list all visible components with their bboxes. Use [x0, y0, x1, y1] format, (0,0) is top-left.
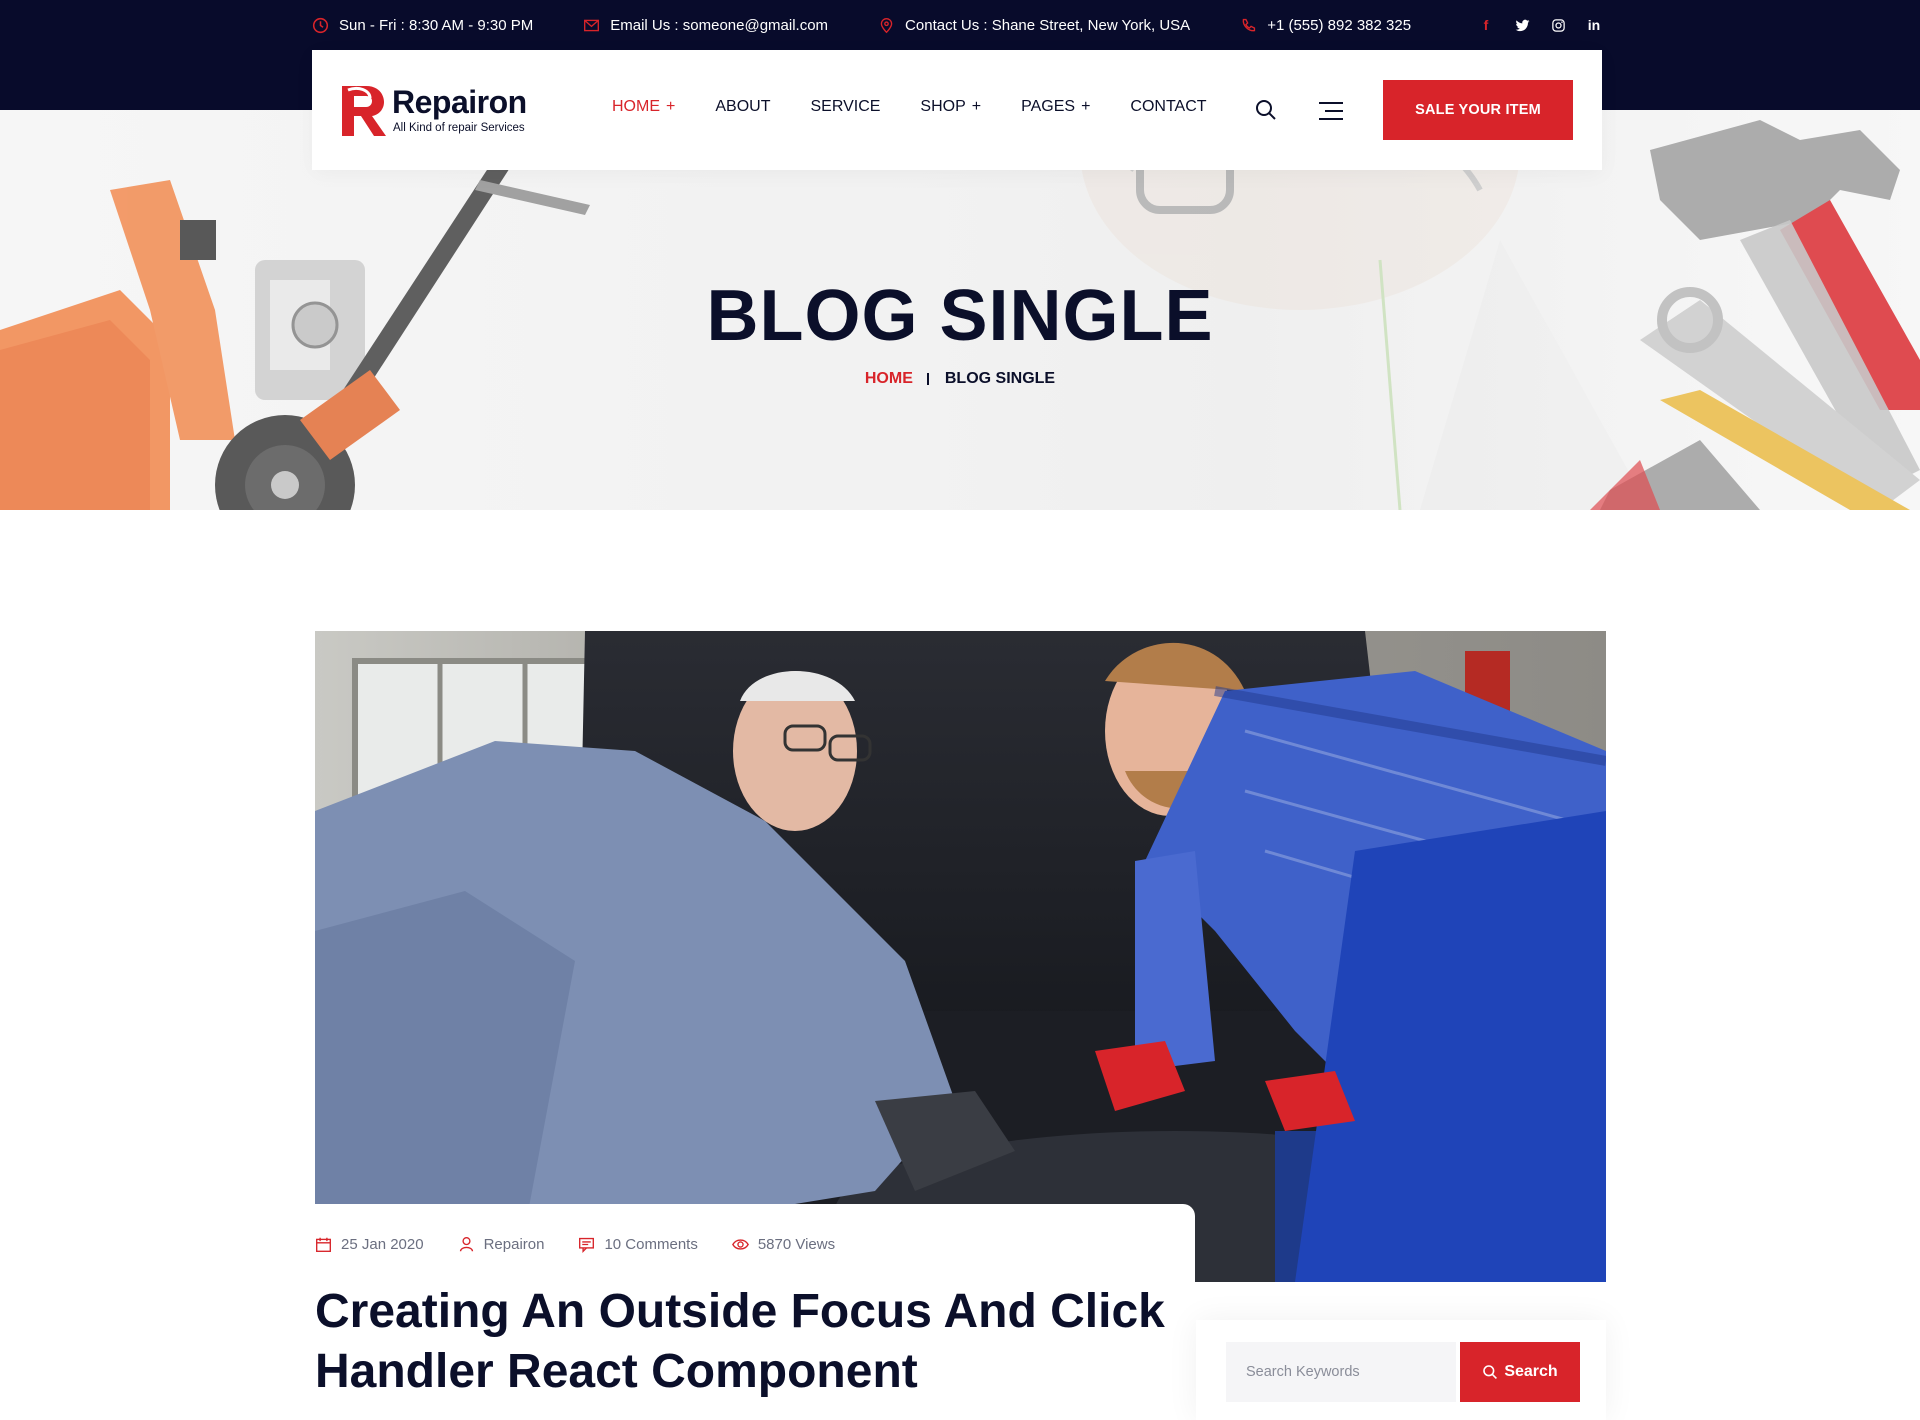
user-icon — [459, 1237, 473, 1252]
post-author-text: Repairon — [483, 1236, 545, 1253]
page-title: BLOG SINGLE — [706, 276, 1214, 356]
map-pin-icon — [880, 17, 893, 33]
instagram-icon[interactable] — [1550, 17, 1566, 33]
breadcrumb-separator — [926, 373, 929, 385]
clock-icon — [312, 17, 329, 33]
nav-shop[interactable]: SHOP + — [920, 98, 981, 116]
post-header: 25 Jan 2020 Repairon 10 Comments 5870 Vi… — [315, 1204, 1195, 1420]
address-info: Contact Us : Shane Street, New York, USA — [878, 17, 1190, 34]
email-info[interactable]: Email Us : someone@gmail.com — [583, 17, 828, 34]
submenu-plus-icon: + — [1081, 98, 1091, 115]
main-navbar: Repairon All Kind of repair Services HOM… — [312, 50, 1602, 170]
social-links: f in — [1478, 17, 1602, 33]
submenu-plus-icon: + — [666, 98, 676, 115]
post-title: Creating An Outside Focus And Click Hand… — [315, 1285, 1165, 1398]
post-views: 5870 Views — [731, 1236, 836, 1253]
post-comments-text: 10 Comments — [604, 1236, 698, 1253]
phone-info[interactable]: +1 (555) 892 382 325 — [1240, 17, 1411, 34]
envelope-icon — [584, 19, 600, 31]
nav-contact-label: CONTACT — [1130, 98, 1207, 115]
nav-contact[interactable]: CONTACT — [1130, 98, 1206, 116]
search-input[interactable] — [1226, 1342, 1456, 1402]
nav-home-label: HOME — [612, 98, 660, 115]
phone-text: +1 (555) 892 382 325 — [1267, 16, 1412, 34]
linkedin-icon[interactable]: in — [1586, 17, 1602, 33]
post-date-text: 25 Jan 2020 — [341, 1236, 424, 1253]
top-bar-inner: Sun - Fri : 8:30 AM - 9:30 PM Email Us :… — [312, 14, 1602, 36]
post-featured-image — [315, 631, 1606, 1282]
nav-pages[interactable]: PAGES + — [1021, 98, 1090, 116]
sale-your-item-button[interactable]: SALE YOUR ITEM — [1383, 80, 1573, 140]
opening-hours-text: Sun - Fri : 8:30 AM - 9:30 PM — [339, 16, 534, 34]
eye-icon — [731, 1239, 749, 1250]
logo-mark-icon — [342, 86, 386, 136]
search-button[interactable]: Search — [1460, 1342, 1580, 1402]
sidebar-search-widget: Search — [1196, 1320, 1606, 1420]
nav-service[interactable]: SERVICE — [810, 98, 880, 116]
comment-icon — [579, 1237, 595, 1253]
logo-tagline: All Kind of repair Services — [393, 122, 525, 134]
site-logo[interactable]: Repairon All Kind of repair Services — [340, 84, 550, 138]
nav-about-label: ABOUT — [715, 98, 771, 115]
hamburger-menu-icon[interactable] — [1317, 100, 1345, 122]
phone-icon — [1242, 18, 1256, 31]
primary-menu: HOME + ABOUT SERVICE SHOP + PAGES + CONT… — [612, 98, 1247, 116]
breadcrumb-home-link[interactable]: HOME — [865, 370, 913, 388]
breadcrumb: HOME BLOG SINGLE — [0, 370, 1920, 388]
post-comments[interactable]: 10 Comments — [578, 1236, 698, 1253]
nav-about[interactable]: ABOUT — [715, 98, 770, 116]
address-text: Contact Us : Shane Street, New York, USA — [905, 16, 1191, 34]
breadcrumb-current: BLOG SINGLE — [944, 370, 1056, 387]
email-text: Email Us : someone@gmail.com — [610, 16, 829, 34]
post-date: 25 Jan 2020 — [315, 1236, 424, 1253]
search-icon[interactable] — [1254, 98, 1278, 122]
post-views-text: 5870 Views — [757, 1236, 836, 1253]
search-button-label: Search — [1504, 1363, 1558, 1380]
logo-name: Repairon — [392, 84, 527, 120]
submenu-plus-icon: + — [971, 98, 982, 115]
nav-home[interactable]: HOME + — [612, 98, 675, 116]
calendar-icon — [316, 1237, 331, 1252]
nav-service-label: SERVICE — [810, 98, 881, 115]
post-author[interactable]: Repairon — [458, 1236, 545, 1253]
twitter-icon[interactable] — [1514, 17, 1530, 33]
nav-pages-label: PAGES — [1021, 98, 1076, 115]
facebook-icon[interactable]: f — [1478, 17, 1494, 33]
mechanics-photo — [315, 631, 1606, 1282]
search-icon — [1483, 1365, 1498, 1379]
nav-shop-label: SHOP — [920, 98, 966, 115]
post-meta: 25 Jan 2020 Repairon 10 Comments 5870 Vi… — [315, 1236, 869, 1253]
opening-hours: Sun - Fri : 8:30 AM - 9:30 PM — [312, 17, 533, 34]
